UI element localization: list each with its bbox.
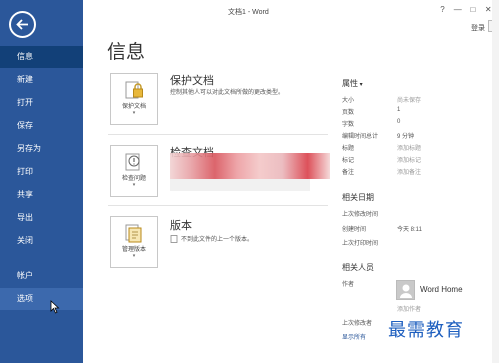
mouse-cursor-icon (50, 300, 60, 314)
date-row: 创建时间 今天 8:11 (342, 224, 492, 234)
author-avatar (396, 280, 415, 300)
protect-document-button-label: 保护文档 (121, 104, 146, 110)
author-name: Word Home (420, 285, 463, 294)
property-key: 备注 (342, 170, 355, 176)
property-row: 标记 添加标记 (342, 155, 492, 165)
property-row: 大小 尚未保存 (342, 95, 492, 105)
last-modified-by-label: 上次修改者 (342, 321, 373, 327)
nav-print[interactable]: 打印 (0, 161, 83, 183)
add-tags-field[interactable]: 添加标记 (397, 155, 421, 164)
window-title: 文档1 - Word (228, 9, 269, 16)
lock-document-icon (125, 81, 143, 99)
person-icon (400, 284, 412, 298)
property-key: 标题 (342, 146, 355, 152)
author-label: 作者 (342, 282, 355, 288)
window-controls: ? — □ ✕ (436, 5, 495, 14)
restore-button[interactable]: □ (466, 5, 479, 14)
backstage-sidebar: 信息 新建 打开 保存 另存为 打印 共享 导出 关闭 帐户 选项 (0, 0, 83, 363)
date-row: 上次修改时间 (342, 209, 492, 219)
property-key: 页数 (342, 110, 355, 116)
page-title: 信息 (107, 41, 146, 63)
manage-versions-button-label: 管理版本 (121, 247, 146, 253)
signin-link[interactable]: 登录 (471, 23, 485, 33)
property-key: 标记 (342, 158, 355, 164)
nav-close[interactable]: 关闭 (0, 230, 83, 252)
date-key: 上次修改时间 (342, 212, 379, 218)
manage-versions-icon (125, 224, 142, 243)
nav-export[interactable]: 导出 (0, 207, 83, 229)
property-value: 9 分钟 (397, 134, 415, 140)
minimize-button[interactable]: — (451, 5, 464, 14)
redaction-blur (170, 153, 330, 179)
properties-heading-label: 属性 (342, 79, 358, 88)
property-value: 1 (397, 107, 401, 113)
date-key: 创建时间 (342, 227, 367, 233)
add-author-link[interactable]: 添加作者 (397, 304, 421, 313)
watermark-text: 最需教育 (388, 316, 464, 342)
back-button[interactable] (9, 11, 36, 38)
property-row: 字数 0 (342, 119, 492, 129)
property-key: 字数 (342, 122, 355, 128)
nav-share[interactable]: 共享 (0, 184, 83, 206)
date-row: 上次打印时间 (342, 238, 492, 248)
properties-heading[interactable]: 属性 ▾ (342, 78, 363, 89)
check-for-issues-button-label: 检查问题 (121, 176, 146, 182)
help-button[interactable]: ? (436, 5, 449, 14)
redaction-blur (170, 179, 310, 191)
nav-save[interactable]: 保存 (0, 115, 83, 137)
manage-versions-button[interactable]: 管理版本 ▾ (110, 216, 158, 268)
nav-save-as[interactable]: 另存为 (0, 138, 83, 160)
add-title-field[interactable]: 添加标题 (397, 143, 421, 152)
versions-title: 版本 (170, 219, 192, 232)
property-value: 尚未保存 (397, 98, 422, 104)
add-comments-field[interactable]: 添加备注 (397, 167, 421, 176)
chevron-down-icon: ▾ (132, 110, 136, 116)
date-value: 今天 8:11 (397, 227, 422, 233)
protect-document-button[interactable]: 保护文档 ▾ (110, 73, 158, 125)
divider (108, 134, 328, 135)
inspect-document-icon (125, 153, 140, 171)
scrollbar-track[interactable] (492, 0, 499, 363)
check-for-issues-button[interactable]: 检查问题 ▾ (110, 145, 158, 197)
date-key: 上次打印时间 (342, 241, 379, 247)
property-row: 编辑时间总计 9 分钟 (342, 131, 492, 141)
property-value: 0 (397, 119, 401, 125)
nav-account[interactable]: 帐户 (0, 265, 83, 287)
related-people-heading: 相关人员 (342, 263, 374, 272)
nav-new[interactable]: 新建 (0, 69, 83, 91)
related-dates-heading: 相关日期 (342, 193, 374, 202)
versions-desc: 不到此文件的上一个版本。 (181, 237, 254, 243)
property-key: 大小 (342, 98, 355, 104)
chevron-down-icon: ▾ (132, 253, 136, 259)
property-row: 标题 添加标题 (342, 143, 492, 153)
property-row: 页数 1 (342, 107, 492, 117)
nav-info[interactable]: 信息 (0, 46, 83, 68)
document-icon (170, 235, 178, 243)
chevron-down-icon: ▾ (132, 182, 136, 188)
protect-document-title: 保护文档 (170, 74, 214, 87)
property-row: 备注 添加备注 (342, 167, 492, 177)
show-all-properties-link[interactable]: 显示所有 (342, 332, 366, 341)
property-key: 编辑时间总计 (342, 134, 379, 140)
protect-document-desc: 控制其他人可以对此文档所做的更改类型。 (170, 90, 285, 96)
back-arrow-icon (16, 19, 28, 30)
nav-options[interactable]: 选项 (0, 288, 83, 310)
nav-open[interactable]: 打开 (0, 92, 83, 114)
divider (108, 205, 328, 206)
